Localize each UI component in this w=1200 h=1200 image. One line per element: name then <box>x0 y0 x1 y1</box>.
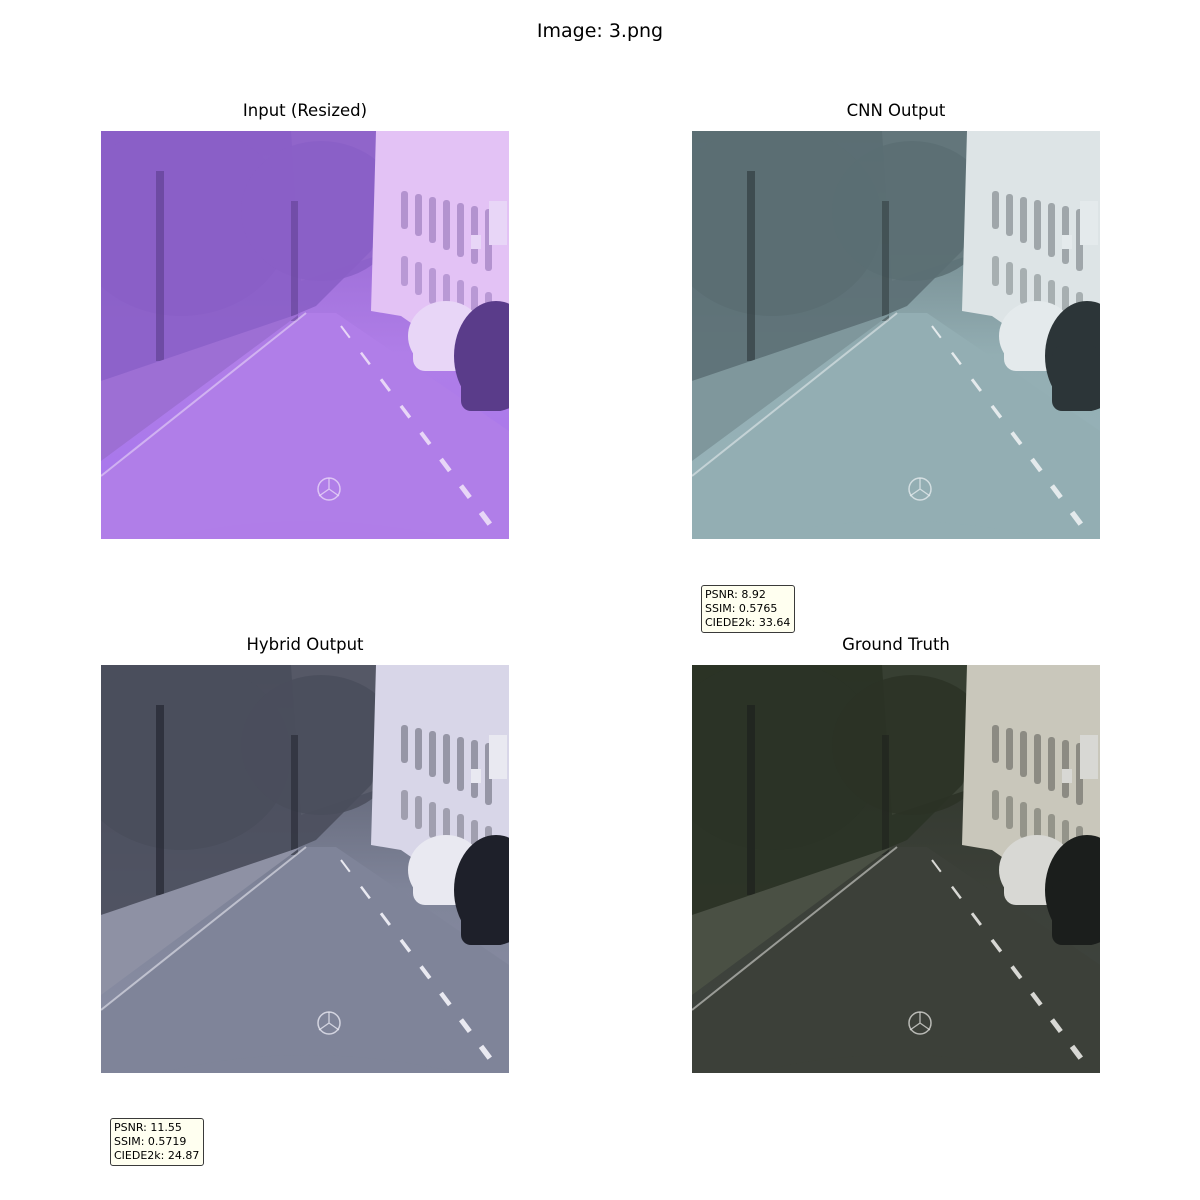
ground-truth-panel: Ground Truth <box>692 635 1100 1073</box>
input-panel: Input (Resized) <box>101 101 509 539</box>
hybrid-output-panel: Hybrid Output <box>101 635 509 1073</box>
figure-title: Image: 3.png <box>536 20 664 42</box>
cnn-psnr: PSNR: 8.92 <box>705 588 766 601</box>
hybrid-output-panel-title: Hybrid Output <box>246 635 364 654</box>
hybrid-output-image <box>101 665 509 1073</box>
hybrid-ssim: SSIM: 0.5719 <box>114 1135 187 1148</box>
cnn-metrics-box: PSNR: 8.92 SSIM: 0.5765 CIEDE2k: 33.64 <box>701 585 796 633</box>
cnn-output-panel-title: CNN Output <box>846 101 946 120</box>
cnn-output-panel: CNN Output <box>692 101 1100 539</box>
cnn-ciede: CIEDE2k: 33.64 <box>705 616 791 629</box>
hybrid-metrics-box: PSNR: 11.55 SSIM: 0.5719 CIEDE2k: 24.87 <box>110 1118 205 1166</box>
cnn-ssim: SSIM: 0.5765 <box>705 602 778 615</box>
hybrid-ciede: CIEDE2k: 24.87 <box>114 1149 200 1162</box>
ground-truth-panel-title: Ground Truth <box>842 635 950 654</box>
input-panel-title: Input (Resized) <box>242 101 368 120</box>
cnn-output-image <box>692 131 1100 539</box>
hybrid-psnr: PSNR: 11.55 <box>114 1121 182 1134</box>
ground-truth-image <box>692 665 1100 1073</box>
input-image <box>101 131 509 539</box>
